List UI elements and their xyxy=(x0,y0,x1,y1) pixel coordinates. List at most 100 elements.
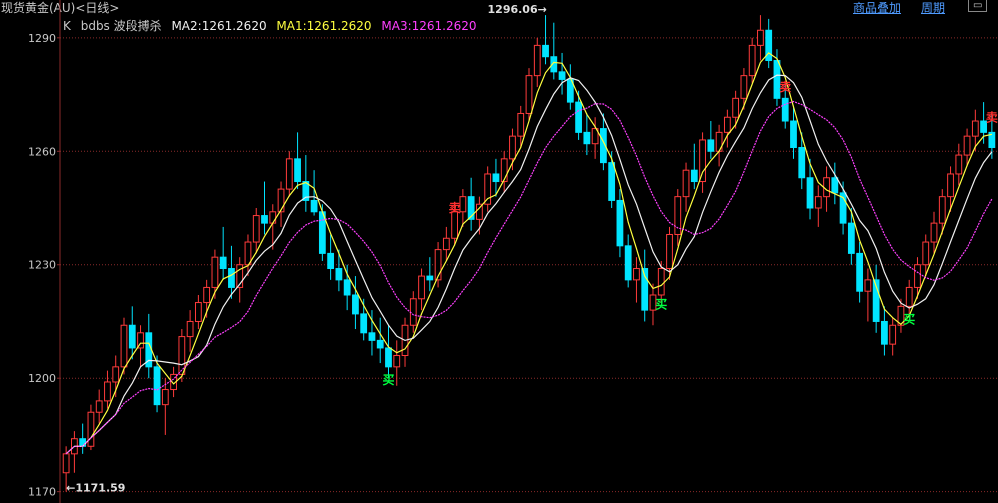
candle-up xyxy=(699,139,706,183)
candle-up xyxy=(930,222,938,243)
candle-down xyxy=(690,169,698,183)
candle-down xyxy=(228,268,235,288)
extreme-annotations: 1296.06→ ←1171.59 xyxy=(66,3,547,495)
candle-down xyxy=(856,252,864,292)
candle-up xyxy=(112,366,120,383)
candle-down xyxy=(294,158,301,183)
trade-signals: 买 卖买 卖买 卖 xyxy=(382,79,997,387)
candle-up xyxy=(252,215,260,243)
candle-up xyxy=(732,97,740,118)
candle-down xyxy=(798,146,806,179)
candles xyxy=(62,15,996,492)
candle-up xyxy=(194,302,202,322)
y-tick-label: 1260 xyxy=(28,145,56,158)
candle-up xyxy=(418,275,425,300)
buy-signal: 买 xyxy=(382,373,394,387)
candle-up xyxy=(666,233,673,270)
y-tick-label: 1200 xyxy=(28,372,56,385)
candle-up xyxy=(500,158,508,183)
candle-down xyxy=(558,71,566,80)
candle-up xyxy=(657,268,665,296)
candle-down xyxy=(153,366,161,406)
candle-up xyxy=(517,112,525,137)
candle-up xyxy=(963,135,971,156)
candle-up xyxy=(905,286,913,307)
candle-up xyxy=(525,75,533,114)
candle-down xyxy=(261,215,268,224)
candle-down xyxy=(492,173,500,183)
candle-down xyxy=(360,313,368,334)
candle-up xyxy=(889,324,897,345)
candle-up xyxy=(285,158,293,190)
candle-down xyxy=(881,320,888,345)
candle-up xyxy=(947,173,954,198)
candle-up xyxy=(451,211,459,239)
candle-down xyxy=(707,139,715,152)
candle-up xyxy=(814,196,822,209)
candle-up xyxy=(442,237,450,251)
buy-signal: 买 xyxy=(903,313,915,327)
candle-up xyxy=(277,188,285,213)
candle-up xyxy=(87,411,95,447)
candle-up xyxy=(409,298,417,326)
candle-down xyxy=(426,275,434,281)
candle-down xyxy=(624,245,632,281)
y-tick-label: 1230 xyxy=(28,259,56,272)
candle-up xyxy=(633,268,640,281)
candle-down xyxy=(310,199,318,213)
candle-down xyxy=(806,177,814,209)
sell-signal: 卖 xyxy=(779,79,791,94)
candle-down xyxy=(608,162,616,201)
candle-down xyxy=(790,120,797,148)
candle-up xyxy=(62,453,70,474)
low-annotation: ←1171.59 xyxy=(66,482,125,495)
candle-down xyxy=(385,347,392,368)
candle-up xyxy=(955,154,963,175)
candle-down xyxy=(343,279,351,296)
candle-up xyxy=(95,400,103,413)
candle-down xyxy=(368,332,376,341)
candle-up xyxy=(823,177,830,198)
candle-down xyxy=(352,294,359,315)
candle-down xyxy=(616,199,624,247)
candle-down xyxy=(376,339,384,349)
candle-up xyxy=(104,381,111,402)
candle-up xyxy=(914,264,921,288)
buy-signal: 买 xyxy=(655,298,667,312)
y-tick-label: 1170 xyxy=(28,486,56,499)
candle-down xyxy=(79,438,87,447)
candle-up xyxy=(211,256,219,288)
candle-down xyxy=(542,44,549,58)
candle-up xyxy=(484,173,492,205)
candle-down xyxy=(575,101,582,133)
candle-up xyxy=(393,355,401,368)
candle-up xyxy=(533,44,541,77)
candle-down xyxy=(847,222,855,254)
candle-up xyxy=(723,116,731,133)
candle-down xyxy=(583,131,591,145)
candle-down xyxy=(335,268,343,281)
candle-down xyxy=(219,256,227,270)
candle-down xyxy=(128,324,136,349)
y-tick-label: 1290 xyxy=(28,32,56,45)
candlestick-chart[interactable]: 1170 1200 1230 1260 1290 买 卖买 卖买 卖 1296.06→ ←117… xyxy=(0,0,998,503)
candle-up xyxy=(748,44,756,77)
candle-up xyxy=(938,196,946,224)
candle-down xyxy=(831,177,839,194)
candle-up xyxy=(971,120,979,137)
candle-up xyxy=(864,279,872,292)
sell-signal: 卖 xyxy=(449,200,461,215)
y-axis-labels: 1170 1200 1230 1260 1290 xyxy=(28,32,60,499)
candle-up xyxy=(161,389,169,406)
candle-up xyxy=(186,320,194,338)
sell-signal: 卖 xyxy=(986,109,998,124)
candle-up xyxy=(682,169,690,198)
candle-up xyxy=(509,135,516,160)
candle-down xyxy=(327,252,335,270)
ma3-line xyxy=(65,100,993,455)
candle-up xyxy=(459,196,467,213)
candle-up xyxy=(120,324,128,368)
candle-up xyxy=(269,211,277,224)
candle-up xyxy=(757,29,764,46)
candle-up xyxy=(922,241,930,266)
